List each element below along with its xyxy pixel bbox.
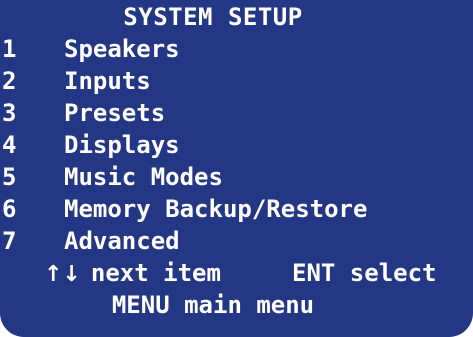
menu-item-label: Displays <box>64 131 180 159</box>
menu-item-label: Presets <box>64 99 166 127</box>
next-item-hint: ↑↓ next item <box>44 257 221 291</box>
menu-item-label: Memory Backup/Restore <box>64 195 368 223</box>
menu-item-number: 1 <box>2 35 17 63</box>
menu-item-label: Music Modes <box>64 163 223 191</box>
menu-item-number: 4 <box>2 131 17 159</box>
setup-screen: SYSTEM SETUP 1 Speakers 2 Inputs 3 Prese… <box>0 0 473 337</box>
next-item-label: next item <box>90 259 221 287</box>
menu-item-number: 6 <box>2 195 17 223</box>
menu-item-label: Advanced <box>64 227 180 255</box>
menu-item-number: 2 <box>2 67 17 95</box>
menu-item-label: Speakers <box>64 35 180 63</box>
menu-item-number: 7 <box>2 227 17 255</box>
menu-item-label: Inputs <box>64 67 151 95</box>
ent-select-hint: ENT select <box>292 259 437 287</box>
main-menu-hint: MENU main menu <box>111 291 315 319</box>
menu-item-number: 5 <box>2 163 17 191</box>
screen-title: SYSTEM SETUP <box>123 3 303 31</box>
menu-item-number: 3 <box>2 99 17 127</box>
up-down-arrows-icon: ↑↓ <box>44 262 81 287</box>
